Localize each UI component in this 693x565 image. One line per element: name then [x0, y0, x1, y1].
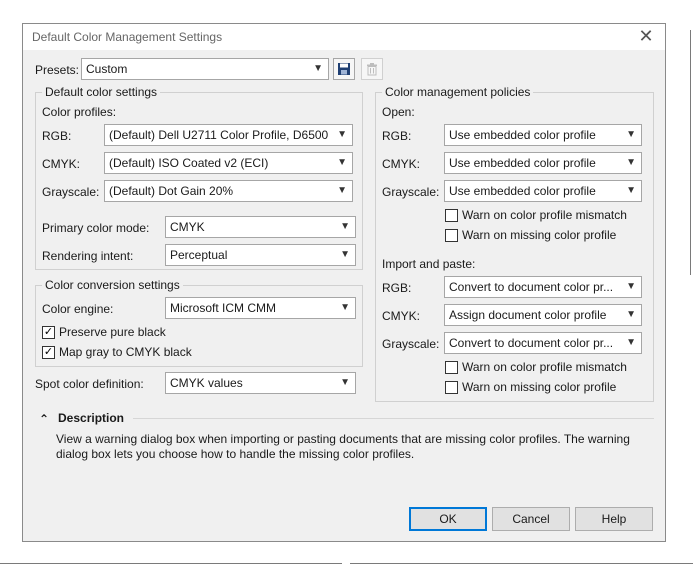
open-grayscale-value: Use embedded color profile: [449, 184, 596, 198]
checkbox-empty-icon: [445, 360, 458, 374]
open-warn-missing-checkbox[interactable]: Warn on missing color profile: [445, 228, 616, 242]
import-warn-missing-label: Warn on missing color profile: [462, 380, 617, 394]
open-warn-mismatch-label: Warn on color profile mismatch: [462, 208, 627, 222]
title-bar: Default Color Management Settings ✕: [23, 24, 665, 50]
presets-dropdown[interactable]: Custom ▼: [81, 58, 329, 80]
import-cmyk-value: Assign document color profile: [449, 308, 607, 322]
close-icon[interactable]: ✕: [635, 25, 657, 47]
map-gray-to-cmyk-checkbox[interactable]: ✓ Map gray to CMYK black: [42, 345, 192, 359]
checkbox-empty-icon: [445, 380, 458, 394]
preserve-pure-black-checkbox[interactable]: ✓ Preserve pure black: [42, 325, 166, 339]
open-rgb-dropdown[interactable]: Use embedded color profile ▼: [444, 124, 642, 146]
chevron-down-icon: ▼: [340, 221, 350, 232]
save-icon: [338, 63, 350, 75]
map-gray-to-cmyk-label: Map gray to CMYK black: [59, 345, 192, 359]
import-warn-missing-checkbox[interactable]: Warn on missing color profile: [445, 380, 616, 394]
primary-color-mode-label: Primary color mode:: [42, 221, 150, 235]
ok-button[interactable]: OK: [409, 507, 487, 531]
grayscale-profile-value: (Default) Dot Gain 20%: [109, 184, 234, 198]
import-rgb-value: Convert to document color pr...: [449, 280, 614, 294]
checkbox-empty-icon: [445, 228, 458, 242]
presets-label: Presets:: [35, 63, 80, 77]
rendering-intent-dropdown[interactable]: Perceptual ▼: [165, 244, 356, 266]
description-divider: [133, 418, 654, 419]
import-grayscale-value: Convert to document color pr...: [449, 336, 614, 350]
import-grayscale-label: Grayscale:: [382, 337, 440, 351]
description-line-2: dialog box lets you choose how to handle…: [56, 447, 415, 461]
chevron-down-icon: ▼: [626, 337, 636, 348]
color-conversion-legend: Color conversion settings: [42, 278, 183, 292]
open-warn-mismatch-checkbox[interactable]: Warn on color profile mismatch: [445, 208, 627, 222]
chevron-down-icon: ▼: [626, 309, 636, 320]
open-label: Open:: [382, 105, 415, 119]
import-warn-mismatch-label: Warn on color profile mismatch: [462, 360, 627, 374]
open-grayscale-label: Grayscale:: [382, 185, 440, 199]
chevron-down-icon: ▼: [340, 249, 350, 260]
rendering-intent-label: Rendering intent:: [42, 249, 134, 263]
background-line-bottom-left: [0, 563, 342, 564]
color-engine-label: Color engine:: [42, 302, 114, 316]
spot-color-dropdown[interactable]: CMYK values ▼: [165, 372, 356, 394]
open-cmyk-value: Use embedded color profile: [449, 156, 596, 170]
open-cmyk-label: CMYK:: [382, 157, 421, 171]
spot-color-label: Spot color definition:: [35, 377, 144, 391]
import-cmyk-dropdown[interactable]: Assign document color profile ▼: [444, 304, 642, 326]
import-warn-mismatch-checkbox[interactable]: Warn on color profile mismatch: [445, 360, 627, 374]
preserve-pure-black-label: Preserve pure black: [59, 325, 166, 339]
chevron-down-icon: ▼: [337, 185, 347, 196]
checkmark-icon: ✓: [42, 325, 55, 339]
trash-icon: [367, 63, 377, 76]
grayscale-profile-label: Grayscale:: [42, 185, 100, 199]
help-button[interactable]: Help: [575, 507, 653, 531]
chevron-down-icon: ▼: [340, 302, 350, 313]
chevron-down-icon: ▼: [337, 157, 347, 168]
collapse-description-icon[interactable]: ⌃: [39, 412, 49, 426]
cancel-button[interactable]: Cancel: [492, 507, 570, 531]
delete-preset-button[interactable]: [361, 58, 383, 80]
import-cmyk-label: CMYK:: [382, 309, 421, 323]
checkmark-icon: ✓: [42, 345, 55, 359]
rgb-profile-value: (Default) Dell U2711 Color Profile, D650…: [109, 128, 329, 142]
import-rgb-dropdown[interactable]: Convert to document color pr... ▼: [444, 276, 642, 298]
import-rgb-label: RGB:: [382, 281, 412, 295]
rendering-intent-value: Perceptual: [170, 248, 228, 262]
open-rgb-value: Use embedded color profile: [449, 128, 596, 142]
color-management-dialog: Default Color Management Settings ✕ Pres…: [22, 23, 666, 542]
spot-color-value: CMYK values: [170, 376, 243, 390]
chevron-down-icon: ▼: [626, 281, 636, 292]
color-engine-value: Microsoft ICM CMM: [170, 301, 276, 315]
description-line-1: View a warning dialog box when importing…: [56, 432, 630, 446]
default-color-settings-legend: Default color settings: [42, 85, 161, 99]
chevron-down-icon: ▼: [337, 129, 347, 140]
open-warn-missing-label: Warn on missing color profile: [462, 228, 617, 242]
color-profiles-label: Color profiles:: [42, 105, 117, 119]
open-rgb-label: RGB:: [382, 129, 412, 143]
policies-legend: Color management policies: [382, 85, 534, 99]
chevron-down-icon: ▼: [340, 377, 350, 388]
cmyk-profile-dropdown[interactable]: (Default) ISO Coated v2 (ECI) ▼: [104, 152, 353, 174]
color-engine-dropdown[interactable]: Microsoft ICM CMM ▼: [165, 297, 356, 319]
open-grayscale-dropdown[interactable]: Use embedded color profile ▼: [444, 180, 642, 202]
rgb-profile-label: RGB:: [42, 129, 72, 143]
grayscale-profile-dropdown[interactable]: (Default) Dot Gain 20% ▼: [104, 180, 353, 202]
dialog-title: Default Color Management Settings: [32, 30, 223, 44]
primary-color-mode-dropdown[interactable]: CMYK ▼: [165, 216, 356, 238]
chevron-down-icon: ▼: [626, 185, 636, 196]
cmyk-profile-label: CMYK:: [42, 157, 81, 171]
cmyk-profile-value: (Default) ISO Coated v2 (ECI): [109, 156, 269, 170]
checkbox-empty-icon: [445, 208, 458, 222]
chevron-down-icon: ▼: [313, 63, 323, 74]
import-grayscale-dropdown[interactable]: Convert to document color pr... ▼: [444, 332, 642, 354]
description-title: Description: [58, 411, 125, 425]
chevron-down-icon: ▼: [626, 129, 636, 140]
background-line-bottom-right: [350, 563, 693, 564]
rgb-profile-dropdown[interactable]: (Default) Dell U2711 Color Profile, D650…: [104, 124, 353, 146]
presets-value: Custom: [86, 62, 128, 76]
import-paste-label: Import and paste:: [382, 257, 476, 271]
background-line-right: [690, 30, 691, 275]
open-cmyk-dropdown[interactable]: Use embedded color profile ▼: [444, 152, 642, 174]
save-preset-button[interactable]: [333, 58, 355, 80]
chevron-down-icon: ▼: [626, 157, 636, 168]
primary-color-mode-value: CMYK: [170, 220, 205, 234]
